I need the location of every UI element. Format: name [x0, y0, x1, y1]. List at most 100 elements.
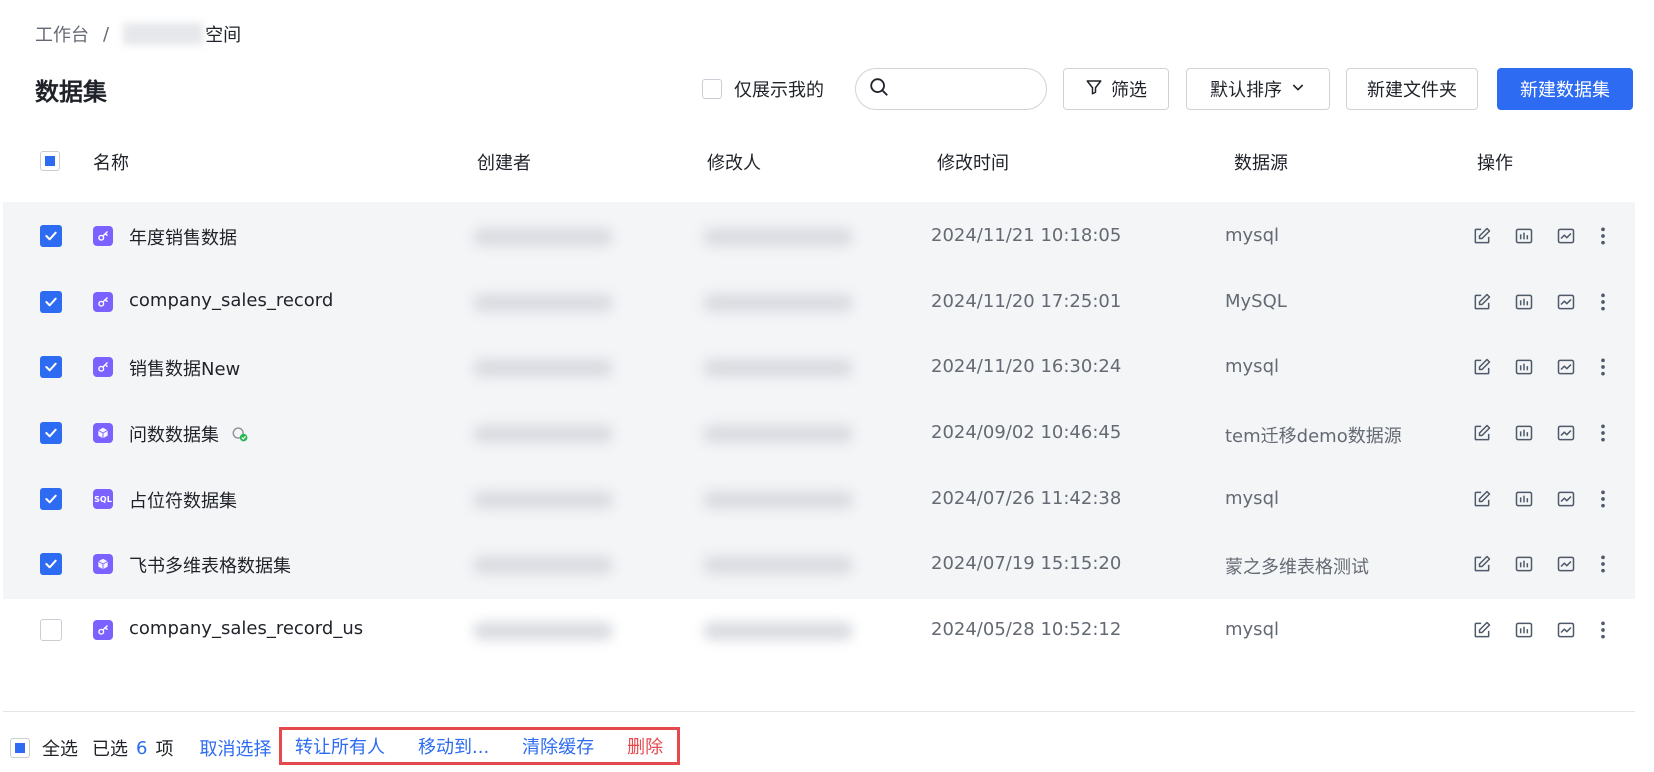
- chevron-down-icon: [1282, 79, 1306, 100]
- row-checkbox[interactable]: [40, 619, 62, 641]
- breadcrumb-current: 空间: [205, 25, 242, 46]
- modified-time: 2024/11/20 17:25:01: [931, 291, 1122, 312]
- bar-chart-icon[interactable]: [1513, 356, 1535, 378]
- column-header-source: 数据源: [1234, 153, 1288, 174]
- select-all-label: 全选: [42, 739, 78, 760]
- modified-time: 2024/11/20 16:30:24: [931, 356, 1122, 377]
- clear-cache-link[interactable]: 清除缓存: [522, 733, 594, 759]
- modified-time: 2024/07/19 15:15:20: [931, 553, 1122, 574]
- data-source: mysql: [1225, 619, 1279, 640]
- modifier-redacted: [703, 228, 853, 246]
- move-to-link[interactable]: 移动到...: [418, 733, 489, 759]
- creator-redacted: [473, 359, 613, 377]
- table-row[interactable]: 年度销售数据 2024/11/21 10:18:05 mysql: [3, 202, 1635, 271]
- bar-chart-icon[interactable]: [1513, 422, 1535, 444]
- bar-chart-icon[interactable]: [1513, 225, 1535, 247]
- modifier-redacted: [703, 294, 853, 312]
- creator-redacted: [473, 425, 613, 443]
- more-icon[interactable]: [1597, 356, 1609, 378]
- line-chart-icon[interactable]: [1555, 225, 1577, 247]
- modifier-redacted: [703, 359, 853, 377]
- line-chart-icon[interactable]: [1555, 291, 1577, 313]
- key-icon: [93, 620, 113, 640]
- row-actions: [1471, 225, 1609, 247]
- cancel-selection-link[interactable]: 取消选择: [199, 735, 271, 761]
- table-row[interactable]: company_sales_record_us 2024/05/28 10:52:…: [3, 596, 1635, 665]
- footer-select-all-checkbox[interactable]: [10, 738, 30, 758]
- data-source: mysql: [1225, 225, 1279, 246]
- creator-redacted: [473, 228, 613, 246]
- column-header-creator: 创建者: [477, 153, 531, 174]
- dataset-name[interactable]: 飞书多维表格数据集: [129, 552, 291, 578]
- only-mine-toggle[interactable]: 仅展示我的: [702, 68, 824, 110]
- bulk-actions-highlight: 转让所有人 移动到... 清除缓存 删除: [279, 727, 680, 765]
- filter-button[interactable]: 筛选: [1063, 68, 1169, 110]
- sort-label: 默认排序: [1210, 80, 1282, 101]
- breadcrumb: 工作台 / 空间: [35, 22, 241, 46]
- line-chart-icon[interactable]: [1555, 488, 1577, 510]
- new-dataset-button[interactable]: 新建数据集: [1497, 68, 1633, 110]
- more-icon[interactable]: [1597, 488, 1609, 510]
- row-checkbox[interactable]: [40, 488, 62, 510]
- edit-icon[interactable]: [1471, 619, 1493, 641]
- search-icon: [868, 76, 890, 102]
- line-chart-icon[interactable]: [1555, 422, 1577, 444]
- dataset-name[interactable]: 问数数据集: [129, 421, 249, 447]
- row-checkbox[interactable]: [40, 291, 62, 313]
- edit-icon[interactable]: [1471, 291, 1493, 313]
- more-icon[interactable]: [1597, 291, 1609, 313]
- search-input[interactable]: [898, 80, 1028, 98]
- dataset-name-text: company_sales_record_us: [129, 618, 364, 639]
- more-icon[interactable]: [1597, 422, 1609, 444]
- row-checkbox[interactable]: [40, 225, 62, 247]
- dataset-name-text: 占位符数据集: [129, 491, 237, 512]
- column-header-actions: 操作: [1477, 153, 1513, 174]
- search-box[interactable]: [855, 68, 1047, 110]
- breadcrumb-root[interactable]: 工作台: [35, 21, 89, 47]
- table-row[interactable]: SQL 占位符数据集 2024/07/26 11:42:38 mysql: [3, 465, 1635, 534]
- more-icon[interactable]: [1597, 619, 1609, 641]
- transfer-owner-link[interactable]: 转让所有人: [295, 733, 385, 759]
- modified-time: 2024/09/02 10:46:45: [931, 422, 1122, 443]
- dataset-name[interactable]: company_sales_record_us: [129, 618, 363, 639]
- edit-icon[interactable]: [1471, 225, 1493, 247]
- dataset-name[interactable]: company_sales_record: [129, 290, 333, 311]
- bar-chart-icon[interactable]: [1513, 488, 1535, 510]
- data-source: MySQL: [1225, 291, 1287, 312]
- table-row[interactable]: company_sales_record 2024/11/20 17:25:01 M…: [3, 268, 1635, 337]
- line-chart-icon[interactable]: [1555, 553, 1577, 575]
- filter-label: 筛选: [1111, 80, 1147, 101]
- line-chart-icon[interactable]: [1555, 619, 1577, 641]
- selected-suffix: 项: [155, 739, 174, 760]
- row-checkbox[interactable]: [40, 553, 62, 575]
- edit-icon[interactable]: [1471, 356, 1493, 378]
- line-chart-icon[interactable]: [1555, 356, 1577, 378]
- dataset-name[interactable]: 年度销售数据: [129, 224, 237, 250]
- bar-chart-icon[interactable]: [1513, 553, 1535, 575]
- data-source: 蒙之多维表格测试: [1225, 557, 1369, 578]
- new-folder-button[interactable]: 新建文件夹: [1346, 68, 1478, 110]
- row-checkbox[interactable]: [40, 422, 62, 444]
- cube-icon: [93, 423, 113, 443]
- bulk-action-bar: 全选 已选 6 项 取消选择: [10, 733, 271, 763]
- cube-icon: [93, 554, 113, 574]
- more-icon[interactable]: [1597, 553, 1609, 575]
- row-checkbox[interactable]: [40, 356, 62, 378]
- bar-chart-icon[interactable]: [1513, 291, 1535, 313]
- edit-icon[interactable]: [1471, 422, 1493, 444]
- more-icon[interactable]: [1597, 225, 1609, 247]
- dataset-name-text: 年度销售数据: [129, 228, 237, 249]
- header-select-all-checkbox[interactable]: [40, 151, 60, 171]
- edit-icon[interactable]: [1471, 488, 1493, 510]
- row-actions: [1471, 619, 1609, 641]
- only-mine-checkbox[interactable]: [702, 79, 722, 99]
- dataset-name[interactable]: 占位符数据集: [129, 487, 237, 513]
- bar-chart-icon[interactable]: [1513, 619, 1535, 641]
- sort-dropdown[interactable]: 默认排序: [1186, 68, 1330, 110]
- table-row[interactable]: 销售数据New 2024/11/20 16:30:24 mysql: [3, 333, 1635, 402]
- edit-icon[interactable]: [1471, 553, 1493, 575]
- table-row[interactable]: 飞书多维表格数据集 2024/07/19 15:15:20 蒙之多维表格测试: [3, 530, 1635, 599]
- dataset-name[interactable]: 销售数据New: [129, 355, 240, 381]
- table-row[interactable]: 问数数据集 2024/09/02 10:46:45 tem迁移demo数据源: [3, 399, 1635, 468]
- delete-link[interactable]: 删除: [627, 733, 663, 759]
